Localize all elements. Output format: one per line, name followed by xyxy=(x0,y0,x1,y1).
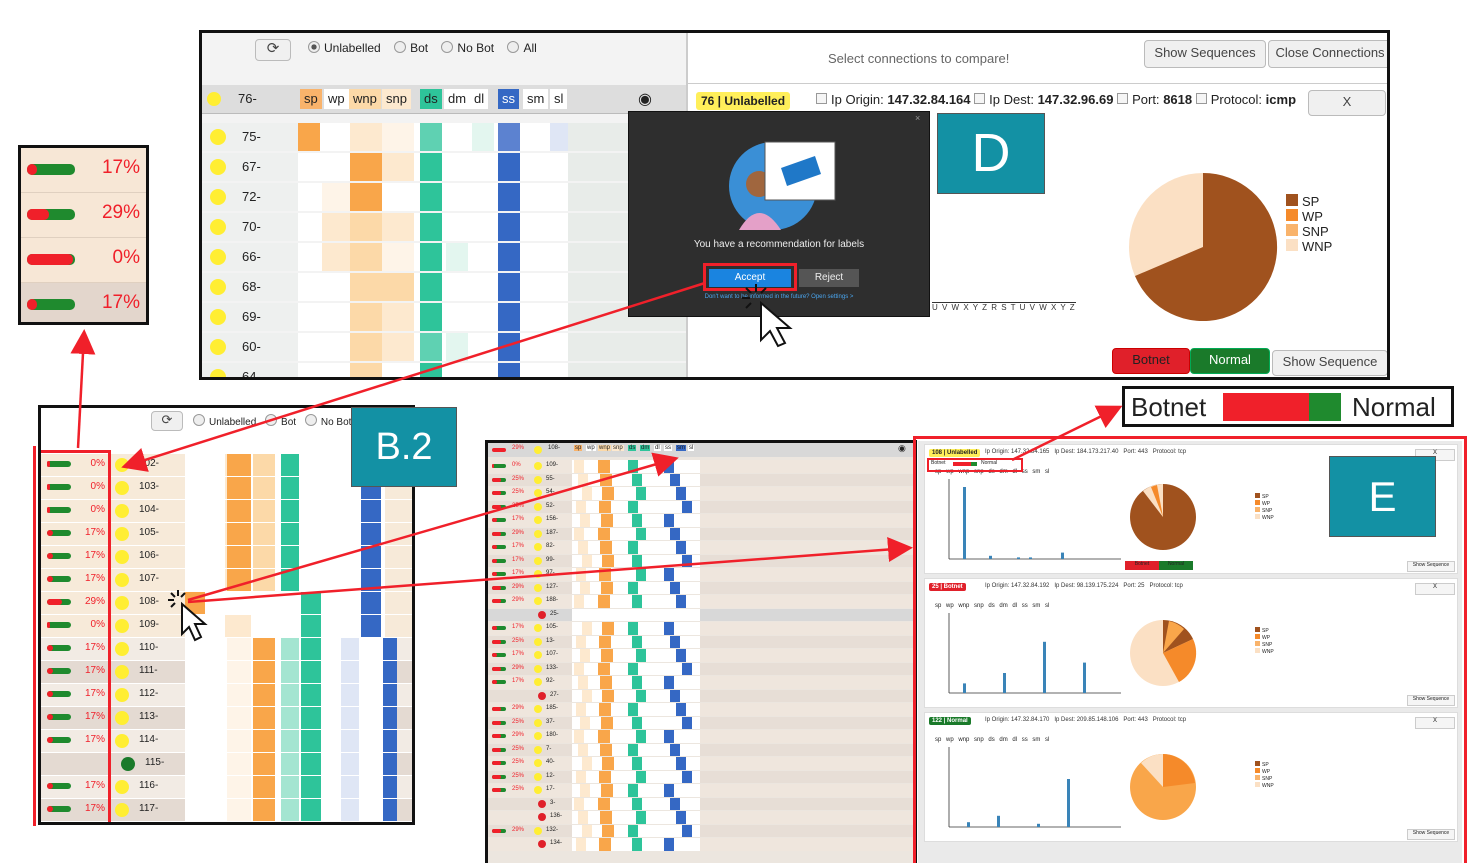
annotation-arrows xyxy=(70,281,1123,604)
